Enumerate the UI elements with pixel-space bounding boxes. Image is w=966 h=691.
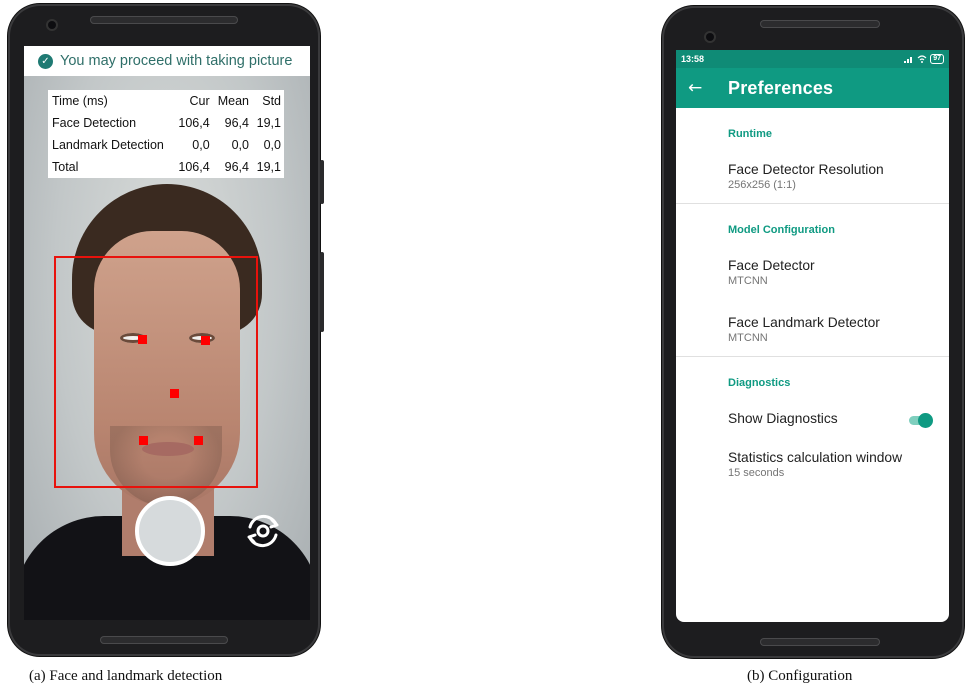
pref-summary: 256x256 (1:1) (728, 179, 796, 191)
section-header-diagnostics: Diagnostics (728, 377, 791, 389)
switch-camera-icon[interactable] (242, 510, 284, 552)
phone-configuration: 13:58 97 ← Preferences Runtime Face Dete… (662, 6, 964, 658)
phone-speaker (760, 20, 880, 28)
row-cur: 106,4 (178, 116, 210, 130)
status-bar: 13:58 97 (676, 50, 949, 68)
app-bar: ← Preferences (676, 68, 949, 108)
row-label: Face Detection (52, 116, 137, 130)
landmark-left-eye (138, 335, 147, 344)
phone-face-detection: ✓ You may proceed with taking picture Ti… (8, 4, 320, 656)
front-camera-icon (706, 33, 714, 41)
row-mean: 96,4 (224, 116, 249, 130)
divider (676, 203, 949, 204)
header-std: Std (262, 94, 281, 108)
pref-title: Face Detector (728, 258, 815, 273)
row-std: 0,0 (263, 138, 281, 152)
battery-icon: 97 (930, 54, 944, 64)
table-row: Total 106,4 96,4 19,1 (48, 156, 284, 178)
wifi-icon (917, 55, 927, 63)
row-mean: 0,0 (231, 138, 249, 152)
status-banner: ✓ You may proceed with taking picture (24, 46, 310, 76)
row-cur: 0,0 (192, 138, 210, 152)
camera-preview-screen: ✓ You may proceed with taking picture Ti… (24, 46, 310, 620)
phone-speaker (90, 16, 238, 24)
landmark-nose (170, 389, 179, 398)
volume-button (320, 252, 324, 332)
pref-face-detector[interactable]: Face Detector MTCNN (676, 258, 949, 287)
caption-left: (a) Face and landmark detection (29, 668, 223, 684)
show-diagnostics-toggle[interactable] (907, 413, 933, 428)
row-label: Landmark Detection (52, 138, 164, 152)
pref-title: Face Landmark Detector (728, 315, 880, 330)
face-bounding-box (54, 256, 258, 488)
pref-summary: MTCNN (728, 275, 768, 287)
shutter-button[interactable] (135, 496, 205, 566)
header-cur: Cur (189, 94, 210, 108)
landmark-right-eye (201, 336, 210, 345)
arrow-back-icon[interactable]: ← (688, 78, 710, 98)
header-mean: Mean (217, 94, 249, 108)
pref-statistics-window[interactable]: Statistics calculation window 15 seconds (676, 450, 949, 479)
row-std: 19,1 (256, 160, 281, 174)
status-time: 13:58 (681, 54, 705, 64)
row-cur: 106,4 (178, 160, 210, 174)
table-header-row: Time (ms) Cur Mean Std (48, 90, 284, 112)
caption-right: (b) Configuration (747, 668, 853, 684)
pref-summary: MTCNN (728, 332, 768, 344)
pref-face-detector-resolution[interactable]: Face Detector Resolution 256x256 (1:1) (676, 162, 949, 191)
section-header-runtime: Runtime (728, 128, 772, 140)
divider (676, 356, 949, 357)
section-header-model-configuration: Model Configuration (728, 224, 835, 236)
landmark-mouth-right (194, 436, 203, 445)
page-title: Preferences (728, 77, 834, 98)
phone-speaker-bottom (760, 638, 880, 646)
pref-show-diagnostics[interactable]: Show Diagnostics (676, 411, 949, 428)
front-camera-icon (48, 21, 56, 29)
row-std: 19,1 (256, 116, 281, 130)
timing-stats-table: Time (ms) Cur Mean Std Face Detection 10… (48, 90, 284, 178)
banner-text: You may proceed with taking picture (60, 53, 293, 69)
pref-face-landmark-detector[interactable]: Face Landmark Detector MTCNN (676, 315, 949, 344)
pref-summary: 15 seconds (728, 467, 785, 479)
check-circle-icon: ✓ (38, 53, 53, 69)
table-row: Landmark Detection 0,0 0,0 0,0 (48, 134, 284, 156)
table-row: Face Detection 106,4 96,4 19,1 (48, 112, 284, 134)
signal-icon (904, 57, 913, 63)
landmark-mouth-left (139, 436, 148, 445)
row-label: Total (52, 160, 79, 174)
preferences-screen: 13:58 97 ← Preferences Runtime Face Dete… (676, 50, 949, 622)
pref-title: Statistics calculation window (728, 450, 903, 465)
row-mean: 96,4 (224, 160, 249, 174)
toggle-thumb (918, 413, 933, 428)
phone-speaker-bottom (100, 636, 228, 644)
pref-title: Face Detector Resolution (728, 162, 884, 177)
power-button (320, 160, 324, 204)
header-time: Time (ms) (52, 94, 108, 108)
